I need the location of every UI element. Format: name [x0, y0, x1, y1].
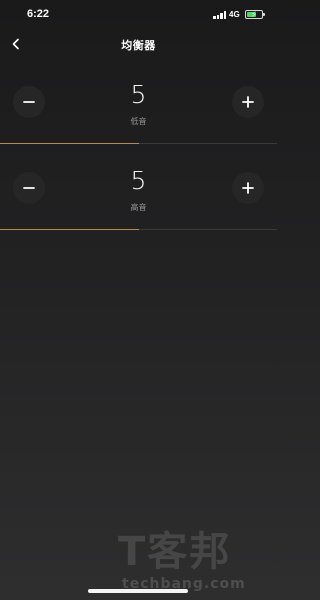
treble-label: 高音	[130, 203, 147, 212]
cellular-signal-icon	[213, 11, 227, 19]
treble-slider[interactable]	[0, 229, 277, 230]
bass-increase-button[interactable]	[232, 86, 264, 118]
nav-bar: 均衡器	[0, 30, 277, 58]
status-bar: 6:22 4G ⚡	[0, 0, 277, 26]
bass-label: 低音	[130, 117, 147, 126]
treble-increase-button[interactable]	[232, 172, 264, 204]
watermark: T客邦 techbang.com	[110, 530, 275, 598]
plus-icon	[242, 182, 254, 194]
treble-slider-fill	[0, 229, 139, 230]
status-time: 6:22	[27, 8, 50, 20]
home-indicator	[88, 589, 188, 593]
plus-icon	[242, 96, 254, 108]
network-type: 4G	[229, 10, 240, 19]
page-title: 均衡器	[121, 39, 156, 52]
watermark-logo: T客邦	[118, 529, 232, 575]
battery-icon: ⚡	[245, 10, 265, 19]
eq-row-treble: 5 高音	[0, 142, 277, 232]
eq-row-bass: 5 低音	[0, 56, 277, 146]
